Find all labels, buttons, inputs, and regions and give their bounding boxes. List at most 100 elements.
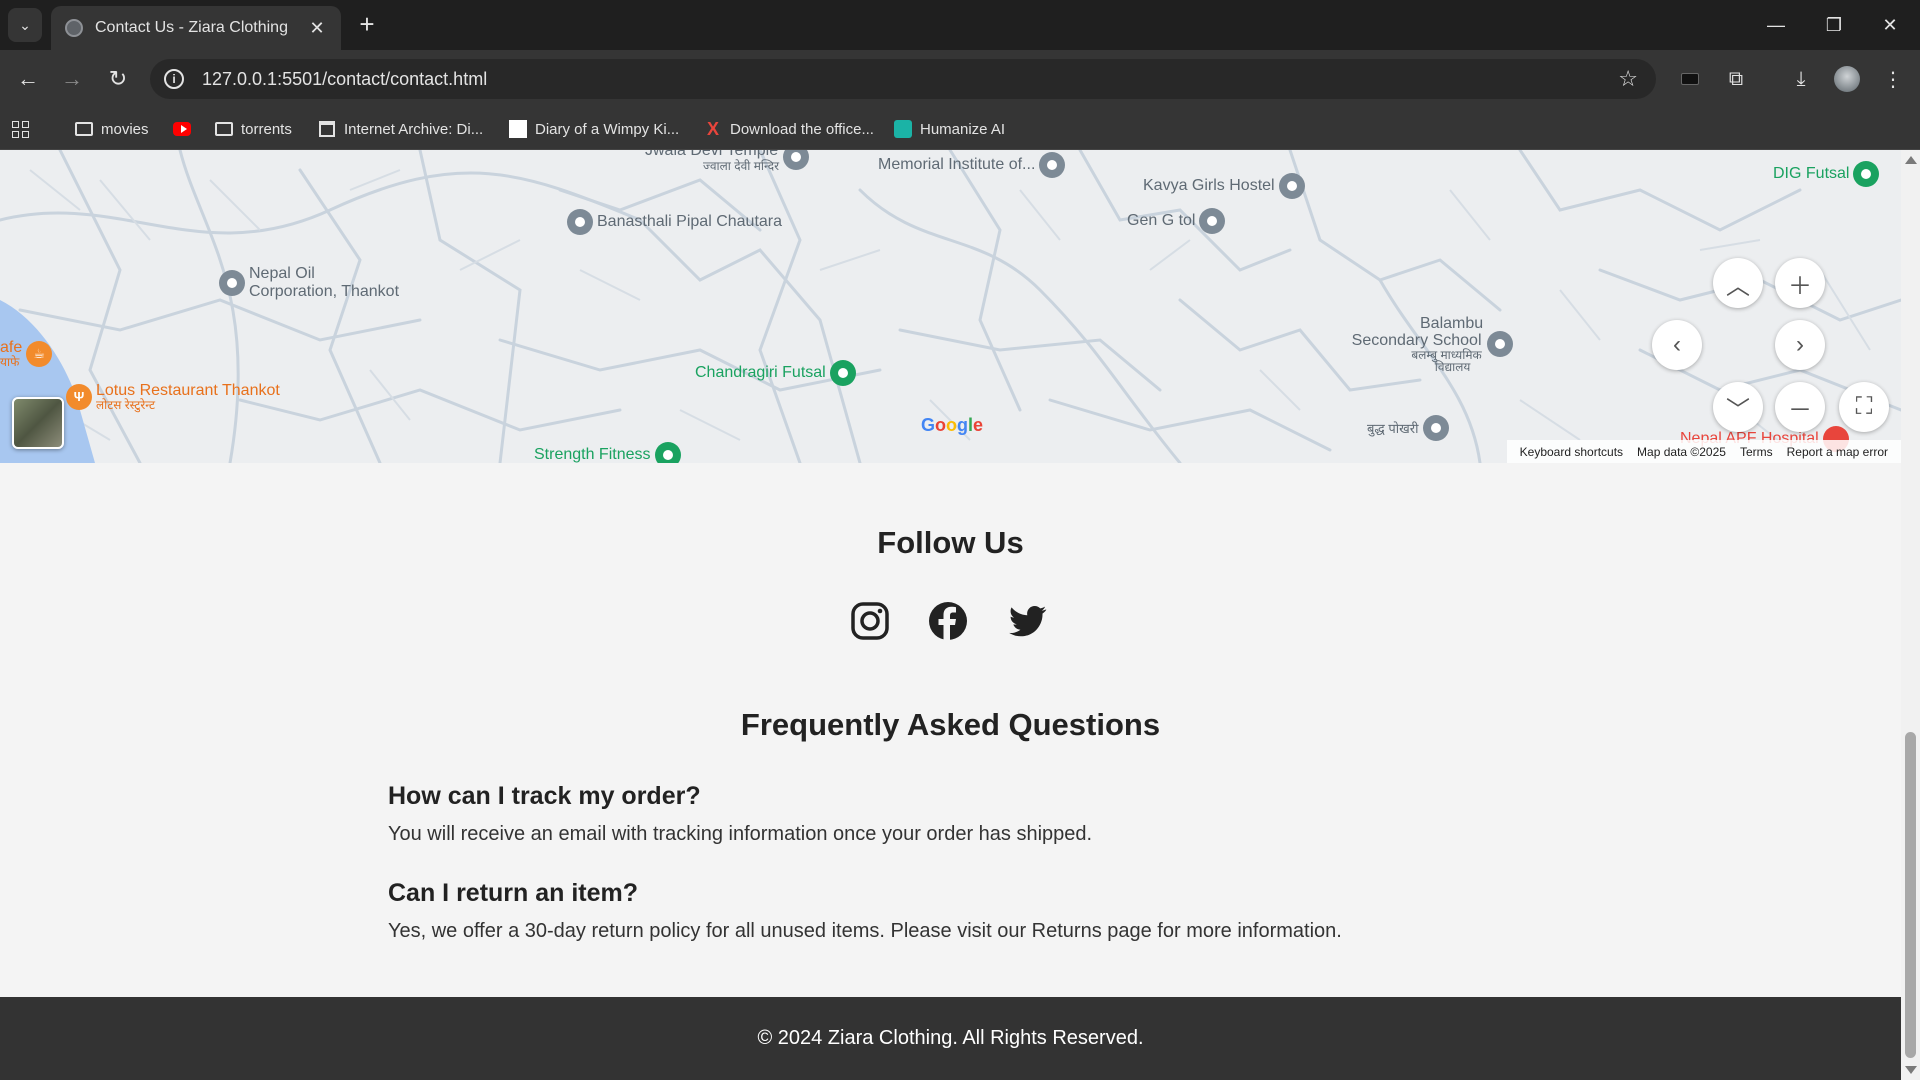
restore-button[interactable]: ❐ <box>1806 0 1862 50</box>
zoom-out-button[interactable]: － <box>1775 382 1825 432</box>
map-attribution: Keyboard shortcuts Map data ©2025 Terms … <box>1506 440 1901 463</box>
google-logo: Google <box>921 415 984 435</box>
pan-right-button[interactable]: › <box>1775 320 1825 370</box>
bookmark-humanize-ai[interactable]: Humanize AI <box>894 108 1005 150</box>
twitter-icon[interactable] <box>1008 601 1048 641</box>
place-pin-icon <box>1278 173 1305 199</box>
close-window-button[interactable]: ✕ <box>1862 0 1918 50</box>
scroll-up-arrow[interactable] <box>1905 156 1917 164</box>
avatar[interactable] <box>1832 64 1862 94</box>
media-icon[interactable] <box>1675 64 1705 94</box>
tab-title: Contact Us - Ziara Clothing <box>95 19 288 36</box>
folder-icon <box>75 122 93 136</box>
poi-chandragiri-futsal[interactable]: Chandragiri Futsal <box>695 360 860 386</box>
map-data-label: Map data ©2025 <box>1637 444 1726 459</box>
keyboard-shortcuts-link[interactable]: Keyboard shortcuts <box>1520 445 1623 459</box>
bookmark-movies[interactable]: movies <box>75 108 149 150</box>
chevron-left-icon: ‹ <box>1673 331 1681 358</box>
scroll-thumb[interactable] <box>1905 732 1916 1058</box>
internet-archive-icon <box>319 121 335 137</box>
chevron-up-icon: ︿ <box>1726 272 1750 300</box>
school-pin-icon <box>1487 331 1514 357</box>
faq-question-return-item: Can I return an item? <box>388 879 639 907</box>
report-map-error-link[interactable]: Report a map error <box>1787 445 1888 459</box>
plus-icon: ＋ <box>1788 272 1812 300</box>
bookmark-torrents[interactable]: torrents <box>215 108 292 150</box>
bookmark-internet-archive[interactable]: Internet Archive: Di... <box>318 108 483 150</box>
address-bar[interactable]: i 127.0.0.1:5501/contact/contact.html ☆ <box>150 59 1656 99</box>
poi-gen-g-tol[interactable]: Gen G tol <box>1127 208 1229 234</box>
minus-icon: － <box>1788 396 1812 424</box>
follow-us-heading: Follow Us <box>877 525 1024 560</box>
poi-jwala-devi-temple[interactable]: Jwala Devi Temple ज्वाला देवी मन्दिर <box>645 150 813 172</box>
poi-buddha-pokhari[interactable]: बुद्ध पोखरी <box>1367 415 1453 441</box>
poi-nepal-oil-corporation[interactable]: Nepal Oil Corporation, Thankot <box>215 265 399 301</box>
place-pin-icon <box>1422 415 1449 441</box>
temple-pin-icon <box>567 209 593 235</box>
new-tab-button[interactable]: + <box>352 10 382 40</box>
extensions-icon[interactable]: ⧉ <box>1721 64 1751 94</box>
close-tab-icon[interactable]: ✕ <box>307 18 327 39</box>
back-button[interactable]: ← <box>10 61 46 97</box>
poi-banasthali-pipal-chautara[interactable]: Banasthali Pipal Chautara <box>563 209 782 235</box>
fullscreen-button[interactable]: ⛶ <box>1839 382 1889 432</box>
pan-down-button[interactable]: ﹀ <box>1713 382 1763 432</box>
terms-link[interactable]: Terms <box>1740 445 1773 459</box>
zoom-in-button[interactable]: ＋ <box>1775 258 1825 308</box>
bookmark-star-icon[interactable]: ☆ <box>1618 66 1638 92</box>
download-icon[interactable]: ⤓ <box>1786 64 1816 94</box>
bookmark-youtube[interactable] <box>173 108 199 150</box>
page-viewport: Jwala Devi Temple ज्वाला देवी मन्दिर Memo… <box>0 150 1901 1080</box>
chevron-down-icon: ﹀ <box>1726 396 1750 424</box>
bookmark-office[interactable]: X Download the office... <box>704 108 874 150</box>
temple-pin-icon <box>782 150 809 170</box>
facebook-icon[interactable] <box>928 601 968 641</box>
globe-icon <box>65 19 83 37</box>
url-text[interactable]: 127.0.0.1:5501/contact/contact.html <box>202 69 1618 90</box>
reload-button[interactable]: ↻ <box>100 61 136 97</box>
faq-answer-track-order: You will receive an email with tracking … <box>388 823 1093 845</box>
bookmark-wimpy-kid[interactable]: Diary of a Wimpy Ki... <box>509 108 679 150</box>
place-pin-icon <box>219 270 245 296</box>
fullscreen-icon: ⛶ <box>1855 393 1873 420</box>
poi-kavya-girls-hostel[interactable]: Kavya Girls Hostel <box>1143 173 1309 199</box>
poi-memorial-institute[interactable]: Memorial Institute of... <box>878 152 1069 178</box>
page-scrollbar[interactable] <box>1901 150 1920 1080</box>
faq-question-track-order: How can I track my order? <box>388 782 701 810</box>
poi-strength-fitness[interactable]: Strength Fitness <box>534 442 685 463</box>
pan-left-button[interactable]: ‹ <box>1652 320 1702 370</box>
poi-dig-futsal[interactable]: DIG Futsal <box>1773 161 1883 187</box>
page-footer: © 2024 Ziara Clothing. All Rights Reserv… <box>0 997 1901 1080</box>
satellite-layer-toggle[interactable] <box>12 397 64 449</box>
arrow-left-icon: ← <box>17 66 39 91</box>
instagram-icon[interactable] <box>850 601 890 641</box>
tab-strip: ⌄ Contact Us - Ziara Clothing ✕ + — ❐ ✕ <box>0 0 1920 50</box>
page-icon <box>509 120 527 138</box>
folder-icon <box>215 122 233 136</box>
poi-balambu-secondary-school[interactable]: Balambu Secondary School बलम्बु माध्यमिक वि… <box>1350 315 1517 373</box>
sports-pin-icon <box>654 442 681 463</box>
pan-up-button[interactable]: ︿ <box>1713 258 1763 308</box>
place-pin-icon <box>1199 208 1226 234</box>
reload-icon: ↻ <box>108 66 128 91</box>
menu-icon[interactable]: ⋮ <box>1878 64 1908 94</box>
chevron-right-icon: › <box>1796 331 1804 358</box>
faq-answer-return-item: Yes, we offer a 30-day return policy for… <box>388 920 1342 942</box>
forward-button[interactable]: → <box>54 61 90 97</box>
apps-icon[interactable] <box>12 108 29 150</box>
scroll-down-arrow[interactable] <box>1905 1066 1917 1074</box>
embedded-map[interactable]: Jwala Devi Temple ज्वाला देवी मन्दिर Memo… <box>0 150 1901 463</box>
poi-cafe[interactable]: afe याफे ☕ <box>0 340 56 368</box>
poi-lotus-restaurant-thankot[interactable]: Ψ Lotus Restaurant Thankot लोटस रेस्टुरेन्… <box>62 383 280 411</box>
minimize-button[interactable]: — <box>1748 0 1804 50</box>
active-tab[interactable]: Contact Us - Ziara Clothing ✕ <box>51 6 341 50</box>
bookmarks-bar: movies torrents Internet Archive: Di... … <box>0 108 1920 150</box>
copyright-text: © 2024 Ziara Clothing. All Rights Reserv… <box>757 1027 1144 1049</box>
faq-heading: Frequently Asked Questions <box>740 707 1161 742</box>
site-info-icon[interactable]: i <box>164 69 184 89</box>
tab-search-button[interactable]: ⌄ <box>8 8 42 42</box>
youtube-icon <box>173 122 191 136</box>
x-icon: X <box>706 118 719 139</box>
cafe-pin-icon: ☕ <box>26 341 53 367</box>
sports-pin-icon <box>1853 161 1880 187</box>
